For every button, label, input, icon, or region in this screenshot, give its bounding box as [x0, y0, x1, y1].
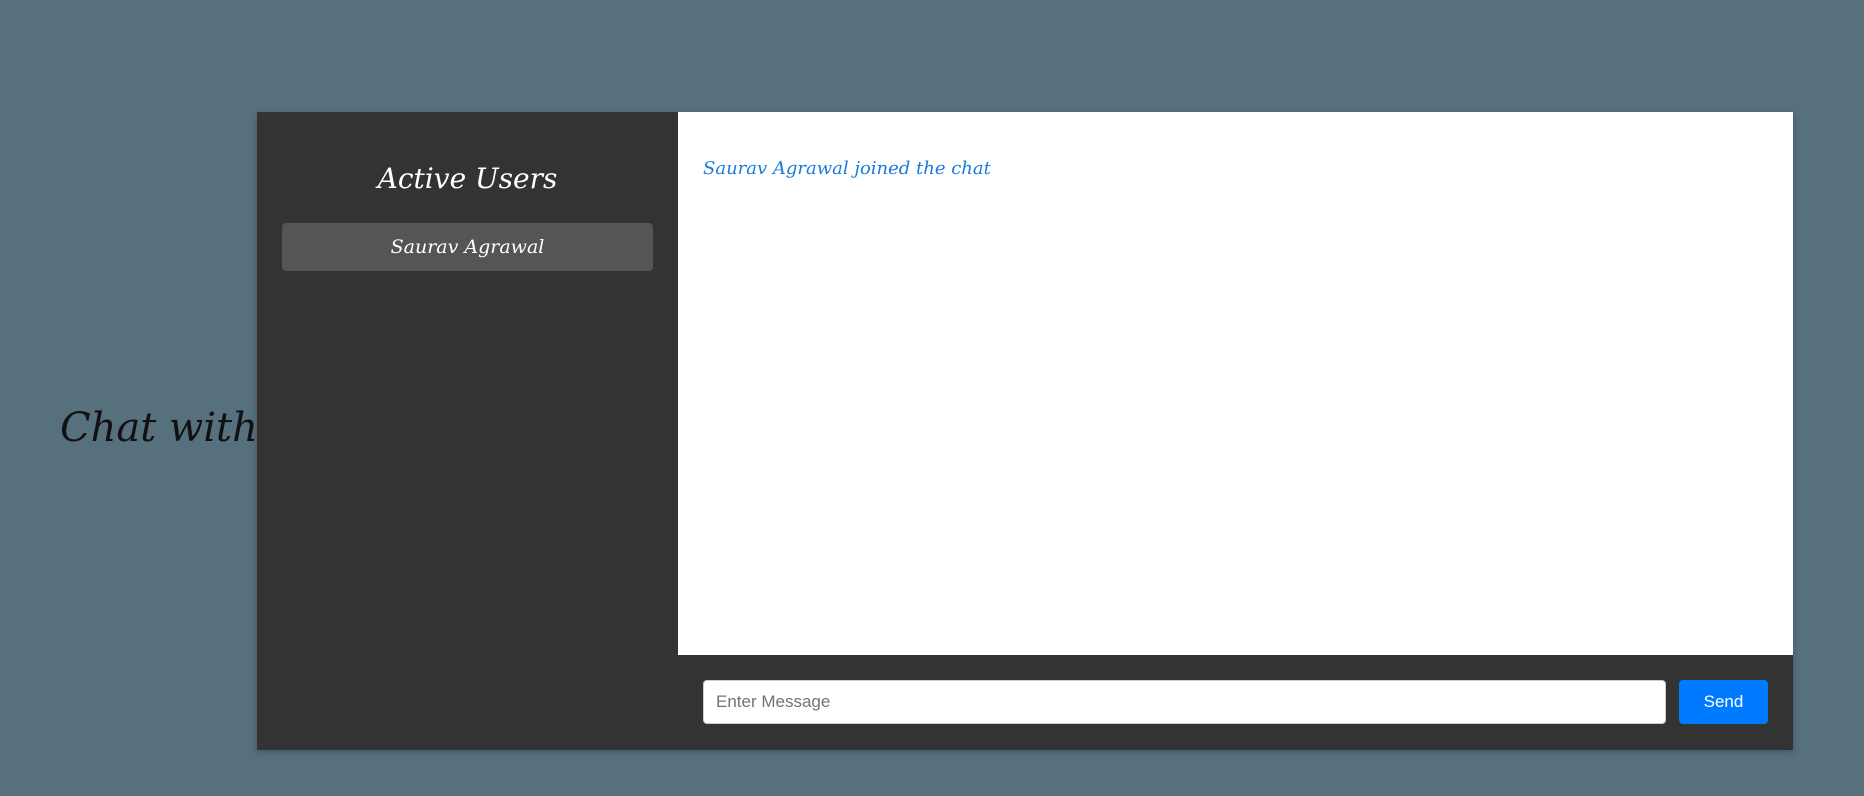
system-message: Saurav Agrawal joined the chat	[703, 158, 991, 179]
sidebar-title: Active Users	[377, 162, 558, 195]
message-input[interactable]	[703, 680, 1666, 724]
user-list-item[interactable]: Saurav Agrawal	[282, 223, 653, 271]
message-composer: Send	[678, 655, 1793, 750]
messages-panel: Saurav Agrawal joined the chat	[678, 112, 1793, 655]
active-users-sidebar: Active Users Saurav Agrawal	[257, 112, 678, 750]
send-button[interactable]: Send	[1679, 680, 1768, 724]
chat-container: Active Users Saurav Agrawal Saurav Agraw…	[257, 112, 1793, 750]
